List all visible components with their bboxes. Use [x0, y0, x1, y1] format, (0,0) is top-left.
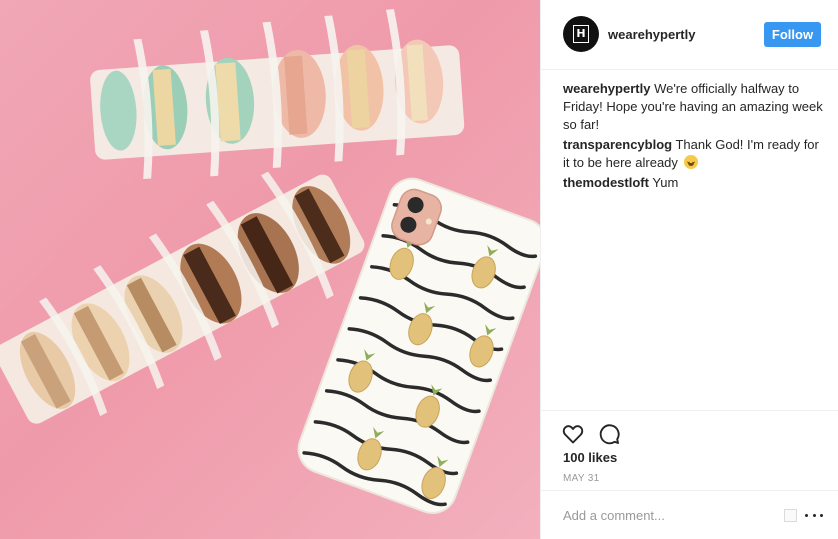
likes-count[interactable]: 100 likes: [563, 450, 617, 465]
comment-username[interactable]: themodestloft: [563, 175, 649, 190]
follow-button[interactable]: Follow: [764, 22, 821, 47]
comment-icon[interactable]: [597, 422, 621, 446]
checkbox-icon[interactable]: [784, 509, 797, 522]
avatar[interactable]: H: [563, 16, 599, 52]
comment-input[interactable]: [563, 505, 773, 525]
post-header: H wearehypertly Follow: [541, 0, 838, 70]
pastel-macaron-tray: [90, 9, 465, 180]
comment-item: transparencyblog Thank God! I'm ready fo…: [563, 136, 825, 172]
post-date: MAY 31: [563, 473, 600, 484]
post-sidebar: H wearehypertly Follow wearehypertly We'…: [540, 0, 838, 539]
add-comment-bar: [541, 490, 838, 539]
macarons-and-phone-illustration: [0, 9, 540, 514]
comment-text: Yum: [652, 175, 679, 190]
header-username[interactable]: wearehypertly: [608, 27, 695, 42]
crying-laughing-emoji-icon: [683, 155, 698, 169]
comment-item: themodestloft Yum: [563, 174, 825, 192]
avatar-logo: H: [573, 25, 589, 43]
heart-icon[interactable]: [561, 422, 585, 446]
more-options-icon[interactable]: [805, 509, 823, 521]
instagram-post: H wearehypertly Follow wearehypertly We'…: [0, 0, 838, 539]
comment-username[interactable]: wearehypertly: [563, 81, 650, 96]
post-actions: 100 likes MAY 31: [541, 410, 838, 490]
comments-list: wearehypertly We're officially halfway t…: [563, 80, 825, 194]
comment-username[interactable]: transparencyblog: [563, 137, 672, 152]
post-photo[interactable]: [0, 0, 540, 539]
comment-item: wearehypertly We're officially halfway t…: [563, 80, 825, 134]
